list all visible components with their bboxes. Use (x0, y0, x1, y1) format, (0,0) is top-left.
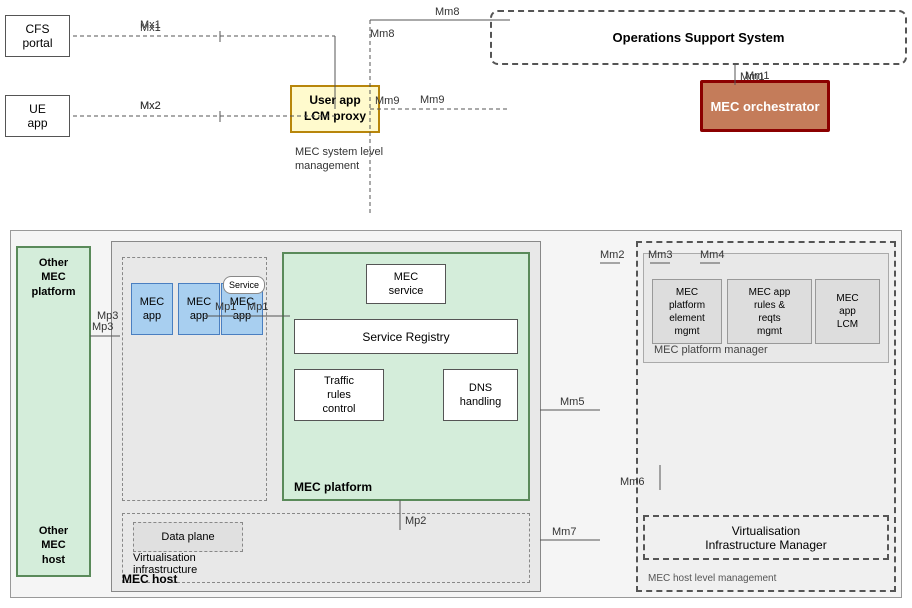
cfs-portal-box: CFS portal (5, 15, 70, 57)
virt-infra-outer: Data plane Virtualisation infrastructure (122, 513, 530, 583)
user-app-lcm-box: User app LCM proxy (290, 85, 380, 133)
mm1-label: Mm1 (745, 70, 769, 82)
other-mec-host-box: Other MEC platform Other MEC host (16, 246, 91, 577)
mec-host-label: MEC host (122, 572, 177, 586)
mec-host-outer: MEC app MEC app MEC app Service MEC serv… (111, 241, 541, 592)
mec-app-box-2: MEC app (178, 283, 220, 335)
service-registry-box: Service Registry (294, 319, 518, 354)
mec-host-level-label: MEC host level management (648, 573, 776, 584)
mec-app-lcm-box: MEC app LCM (815, 279, 880, 344)
mec-orchestrator-label: MEC orchestrator (710, 99, 819, 114)
mm9-label: Mm9 (375, 95, 399, 107)
mec-platform-box: MEC service Service Registry Traffic rul… (282, 252, 530, 501)
mec-orchestrator-box: MEC orchestrator (700, 80, 830, 132)
mp3-label: Mp3 (97, 310, 118, 322)
dns-handling-box: DNS handling (443, 369, 518, 421)
right-panel: MEC platform element mgmt MEC app rules … (636, 241, 896, 592)
mm8-label: Mm8 (370, 28, 394, 40)
svg-text:Mm9: Mm9 (420, 94, 444, 106)
mec-app-rules-box: MEC app rules & reqts mgmt (727, 279, 812, 344)
mec-platform-label: MEC platform (294, 480, 372, 494)
mx2-label: Mx2 (140, 100, 161, 112)
mec-platform-element-mgmt-box: MEC platform element mgmt (652, 279, 722, 344)
other-mec-platform-label: Other MEC platform (32, 256, 76, 299)
oss-label: Operations Support System (613, 30, 785, 45)
vim-box: Virtualisation Infrastructure Manager (643, 515, 889, 560)
user-app-lcm-label: User app LCM proxy (304, 93, 366, 124)
platform-manager-area: MEC platform element mgmt MEC app rules … (643, 253, 889, 363)
traffic-rules-box: Traffic rules control (294, 369, 384, 421)
ue-app-label: UE app (27, 102, 47, 131)
mec-app-box-1: MEC app (131, 283, 173, 335)
cfs-portal-label: CFS portal (22, 22, 52, 51)
bottom-section: Other MEC platform Other MEC host MEC ap… (10, 230, 902, 598)
mec-service-box: MEC service (366, 264, 446, 304)
other-mec-host-label: Other MEC host (39, 524, 68, 567)
svg-text:Mm8: Mm8 (435, 6, 459, 18)
service-badge: Service (223, 276, 265, 294)
mec-system-label: MEC system level management (295, 145, 383, 174)
mec-platform-manager-label: MEC platform manager (654, 344, 768, 356)
mx1-label: Mx1 (140, 22, 161, 34)
ue-app-box: UE app (5, 95, 70, 137)
data-plane-box: Data plane (133, 522, 243, 552)
mec-apps-area: MEC app MEC app MEC app Service (122, 257, 267, 501)
diagram-container: CFS portal UE app User app LCM proxy Ope… (0, 0, 912, 608)
oss-box: Operations Support System (490, 10, 907, 65)
